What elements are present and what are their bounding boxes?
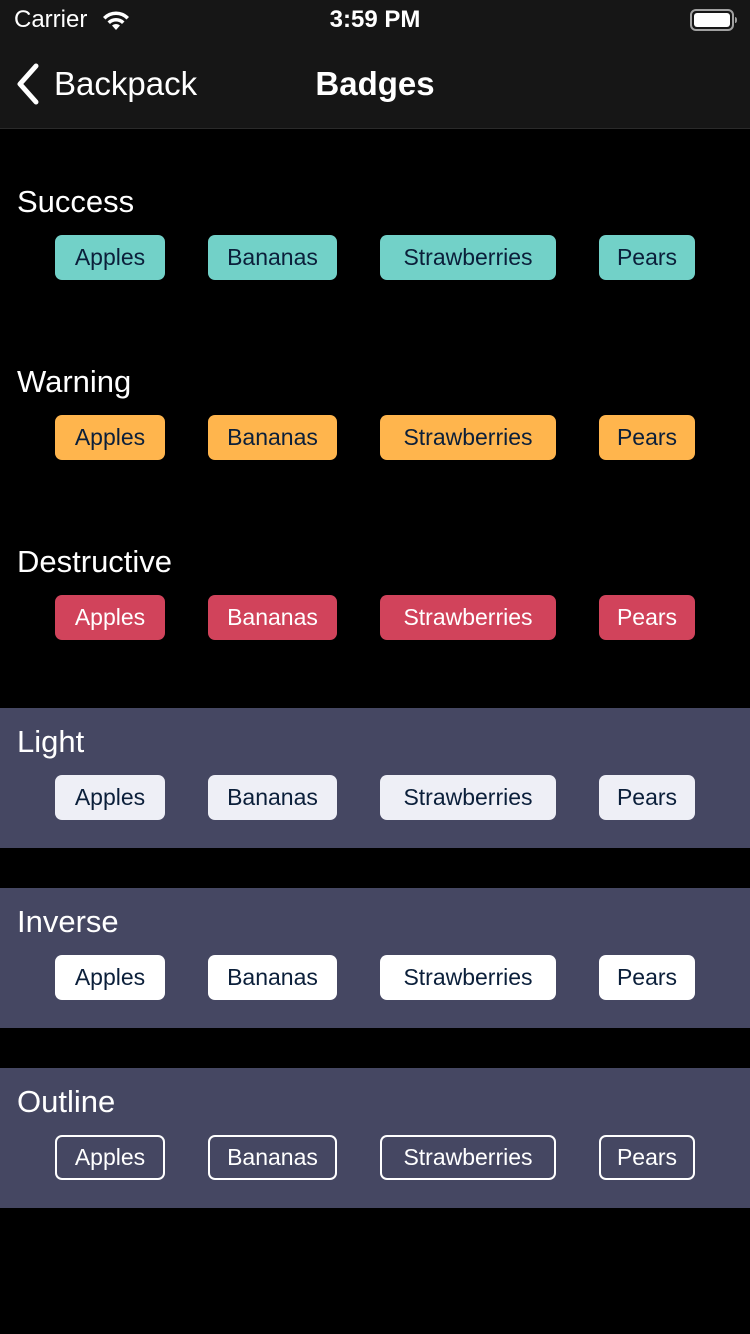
page-title: Badges: [315, 65, 435, 102]
badge-pears: Pears: [599, 1135, 695, 1180]
badge-strawberries: Strawberries: [380, 415, 556, 460]
badge-strawberries: Strawberries: [380, 955, 556, 1000]
badge-apples: Apples: [55, 595, 165, 640]
badge-apples: Apples: [55, 235, 165, 280]
section-title: Success: [17, 184, 135, 219]
badge-apples: Apples: [55, 1135, 165, 1180]
status-time: 3:59 PM: [329, 6, 421, 33]
section-title: Inverse: [17, 904, 119, 939]
badge-bananas: Bananas: [208, 1135, 337, 1180]
section-title: Light: [17, 724, 85, 759]
section-light: Light Apples Bananas Strawberries Pears: [0, 708, 750, 848]
badge-apples: Apples: [55, 775, 165, 820]
badge-strawberries: Strawberries: [380, 775, 556, 820]
badge-strawberries: Strawberries: [380, 235, 556, 280]
badge-pears: Pears: [599, 595, 695, 640]
navigation-bar: Backpack Badges: [0, 40, 750, 129]
badge-bananas: Bananas: [208, 595, 337, 640]
badge-pears: Pears: [599, 955, 695, 1000]
badge-strawberries: Strawberries: [380, 595, 556, 640]
section-destructive: Destructive Apples Bananas Strawberries …: [0, 528, 750, 668]
section-warning: Warning Apples Bananas Strawberries Pear…: [0, 348, 750, 488]
badge-pears: Pears: [599, 235, 695, 280]
badge-apples: Apples: [55, 415, 165, 460]
section-success: Success Apples Bananas Strawberries Pear…: [0, 168, 750, 308]
badge-bananas: Bananas: [208, 955, 337, 1000]
section-title: Outline: [17, 1084, 116, 1119]
badge-bananas: Bananas: [208, 775, 337, 820]
badge-pears: Pears: [599, 775, 695, 820]
battery-icon: [690, 9, 737, 31]
section-title: Destructive: [17, 544, 173, 579]
status-bar: Carrier 3:59 PM: [0, 0, 750, 40]
section-title: Warning: [17, 364, 132, 399]
badge-bananas: Bananas: [208, 235, 337, 280]
badge-apples: Apples: [55, 955, 165, 1000]
badge-strawberries: Strawberries: [380, 1135, 556, 1180]
badge-pears: Pears: [599, 415, 695, 460]
section-outline: Outline Apples Bananas Strawberries Pear…: [0, 1068, 750, 1208]
badge-bananas: Bananas: [208, 415, 337, 460]
section-inverse: Inverse Apples Bananas Strawberries Pear…: [0, 888, 750, 1028]
